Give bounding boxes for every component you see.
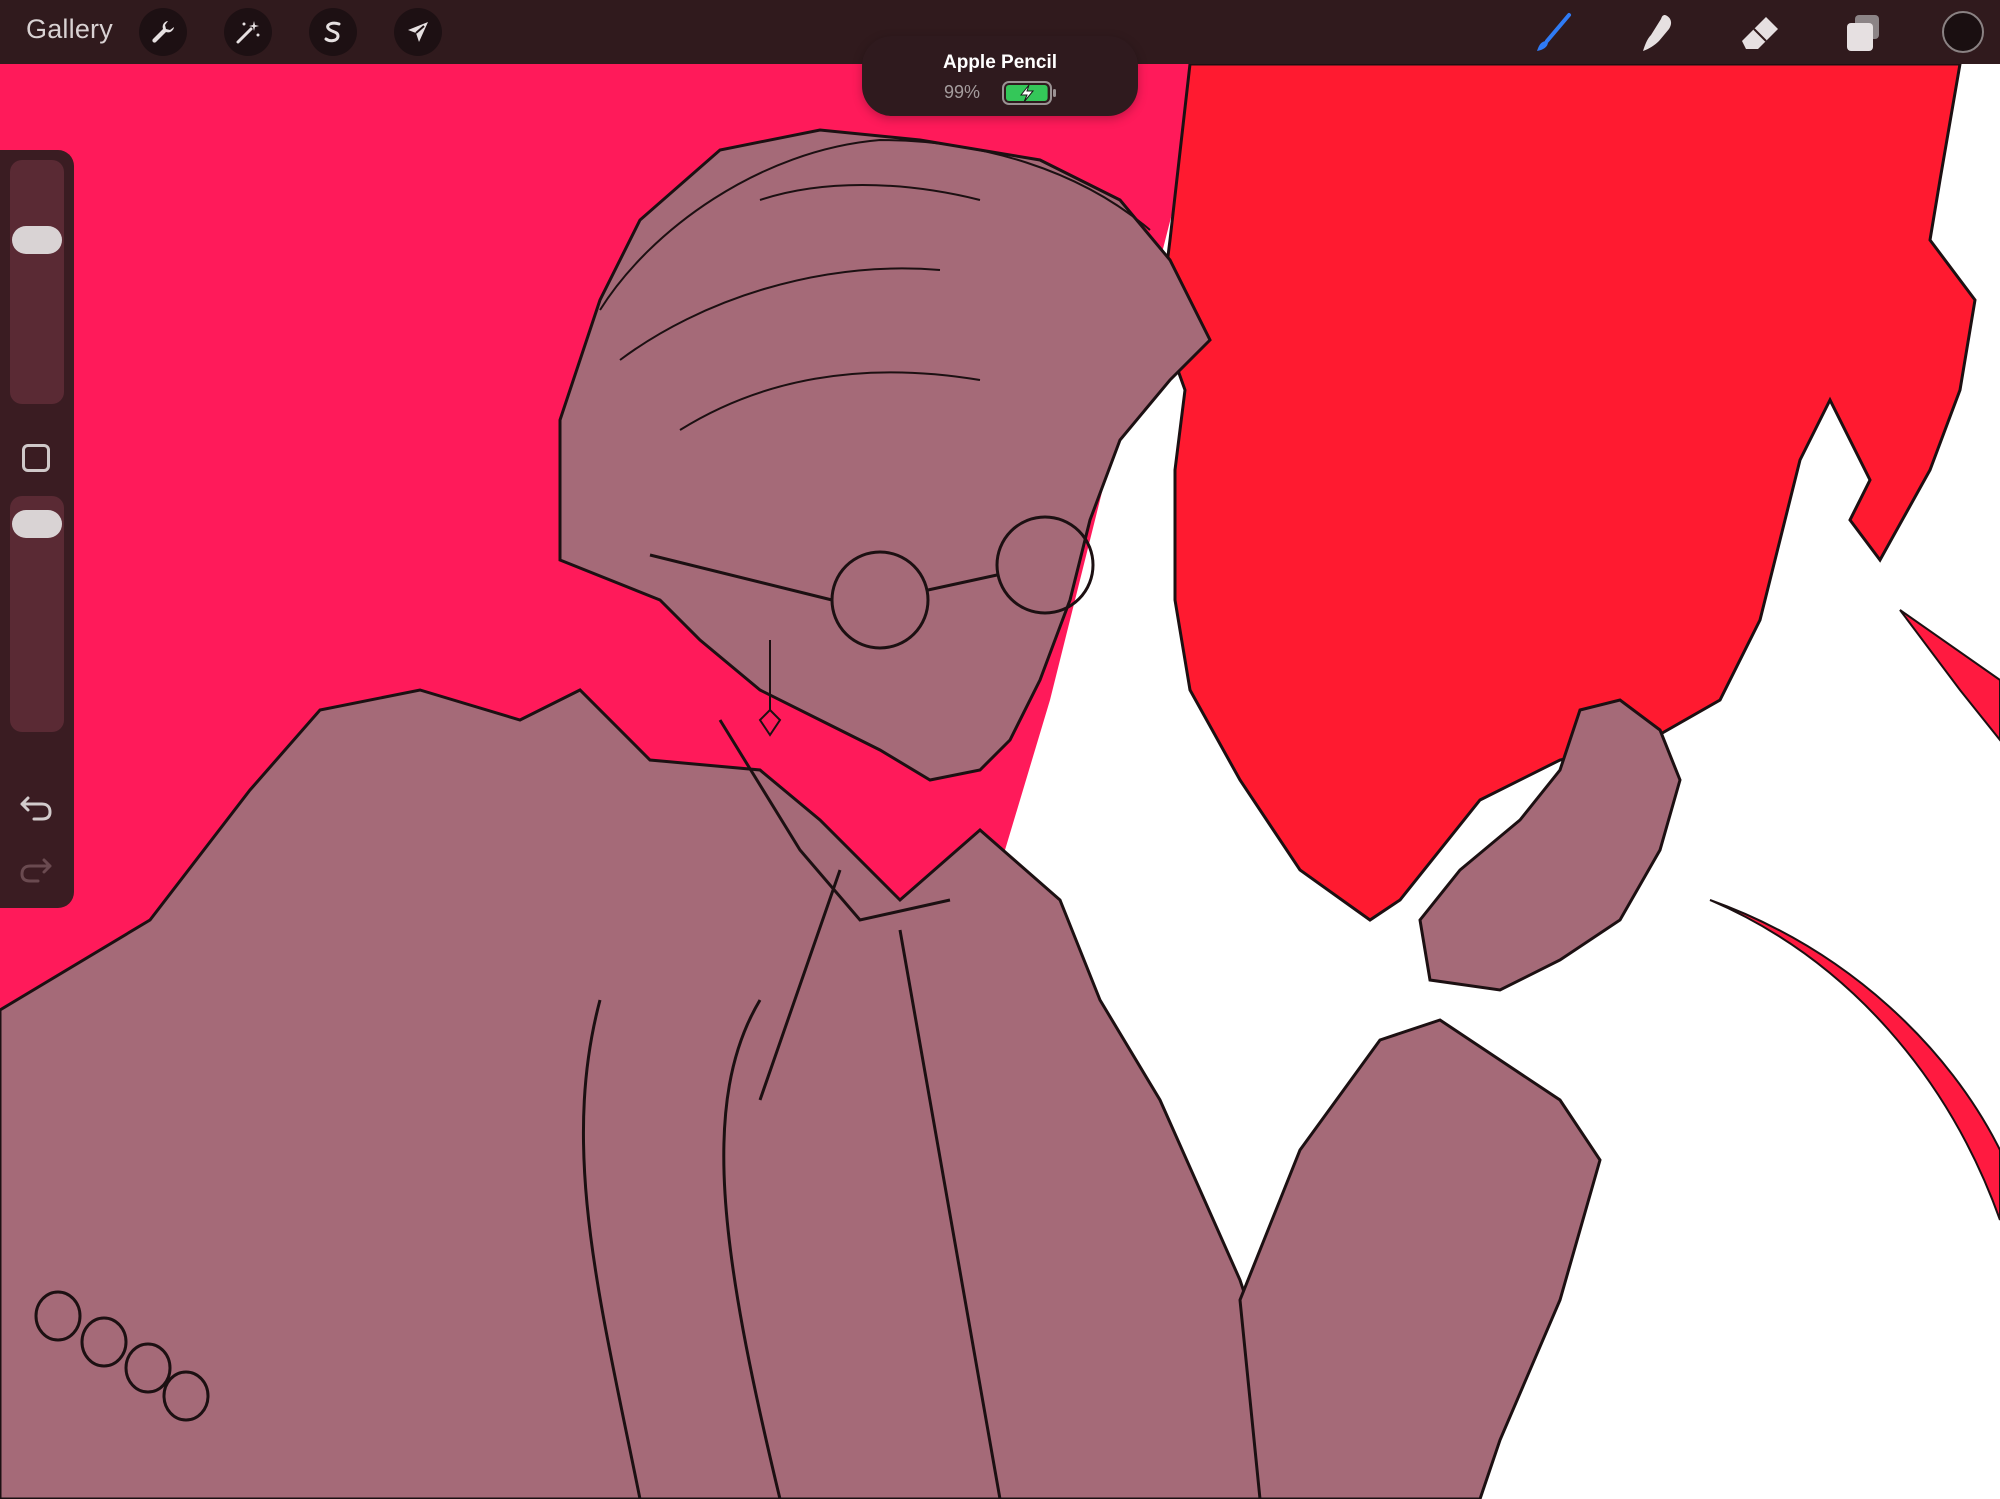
redo-icon[interactable] [18,854,54,884]
brush-size-slider[interactable] [10,160,64,404]
eraser-button[interactable] [1735,8,1785,58]
brush-icon [1537,13,1571,51]
current-color-swatch[interactable] [1942,11,1984,53]
button-3 [124,1342,172,1394]
artwork [0,64,2000,1499]
sleeve [1238,1018,1602,1499]
drawing-canvas[interactable] [0,64,2000,1499]
opacity-thumb[interactable] [12,510,62,538]
brush-size-thumb[interactable] [12,226,62,255]
smudge-finger-icon [1643,15,1672,51]
layers-button[interactable] [1838,8,1888,58]
brush-button[interactable] [1528,8,1578,58]
pencil-battery-percent: 99% [944,82,981,102]
wrench-icon [152,21,174,43]
button-4 [162,1370,210,1422]
magic-wand-icon [236,21,260,44]
layers-icon [1847,15,1879,51]
apple-pencil-popup: Apple Pencil 99% [862,36,1138,116]
smudge-button[interactable] [1632,8,1682,58]
eraser-icon [1742,17,1778,49]
selection-s-icon [324,21,341,43]
selection-button[interactable] [309,8,357,56]
actions-button[interactable] [139,8,187,56]
opacity-slider[interactable] [10,496,64,732]
gallery-button[interactable]: Gallery [26,14,113,45]
undo-icon[interactable] [18,792,54,822]
flame-strand-1 [1899,609,2000,742]
flame-strand-2 [1709,899,2000,1221]
adjustments-button[interactable] [224,8,272,56]
button-2 [80,1316,128,1368]
modify-square-icon[interactable] [22,444,50,472]
arrow-cursor-icon [408,22,428,42]
side-panel [0,150,74,908]
battery-charging-icon [1002,81,1056,105]
transform-button[interactable] [394,8,442,56]
pencil-popup-title: Apple Pencil [942,52,1058,73]
button-1 [34,1290,82,1342]
